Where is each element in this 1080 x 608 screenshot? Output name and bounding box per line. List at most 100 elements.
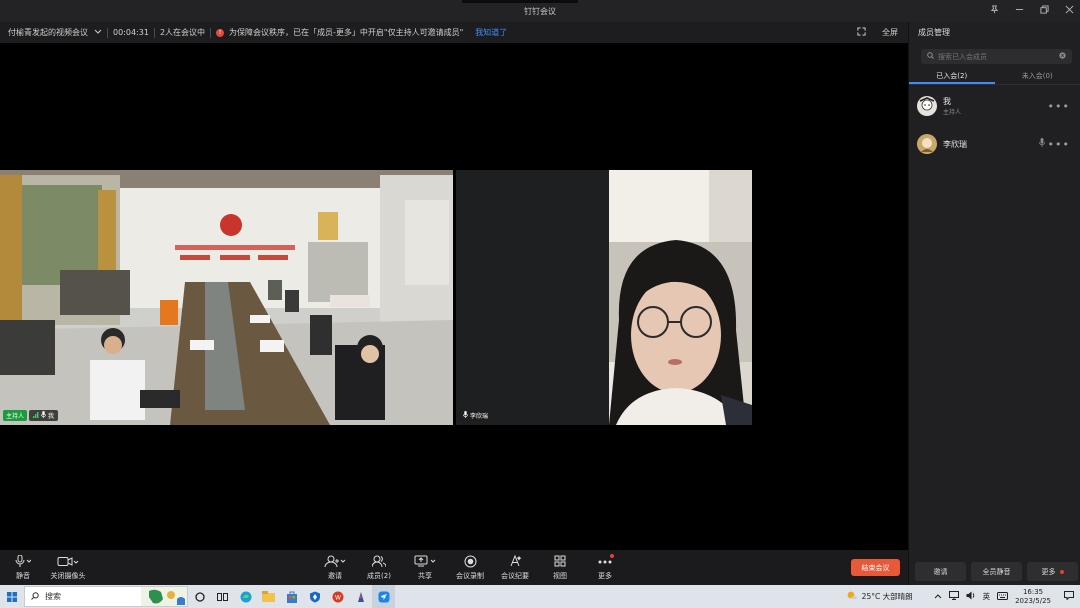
- windows-start-icon[interactable]: [0, 585, 24, 608]
- more-label: 更多: [1041, 567, 1056, 576]
- minutes-button[interactable]: 会议纪要: [490, 554, 540, 581]
- members-label: 成员(2): [367, 572, 391, 580]
- mute-button[interactable]: 静音: [0, 554, 48, 581]
- divider: [210, 27, 212, 38]
- host-badge: 主持人: [3, 410, 28, 421]
- restore-icon[interactable]: [1040, 5, 1049, 17]
- wps-app-icon[interactable]: W: [326, 585, 349, 608]
- more-toolbar-button[interactable]: 更多: [580, 554, 630, 581]
- file-explorer-icon[interactable]: [257, 585, 280, 608]
- keyboard-icon[interactable]: [997, 591, 1009, 602]
- input-method-indicator[interactable]: 英: [983, 591, 991, 602]
- camera-label: 关闭摄像头: [50, 572, 86, 580]
- close-icon[interactable]: [1065, 5, 1074, 17]
- record-button[interactable]: 会议录制: [445, 554, 495, 581]
- ai-minutes-icon: [509, 554, 522, 569]
- window-title: 钉钉会议: [524, 6, 556, 16]
- search-icon: [31, 591, 39, 602]
- view-button[interactable]: 视图: [535, 554, 585, 581]
- avatar: [917, 96, 937, 116]
- tab-joined[interactable]: 已入会(2): [909, 68, 995, 84]
- more-button[interactable]: 更多: [1027, 562, 1078, 581]
- taskbar-search-placeholder: 搜索: [45, 592, 61, 601]
- divider: [107, 27, 108, 38]
- conference-room-video: [0, 170, 453, 425]
- minimize-icon[interactable]: [1015, 5, 1024, 17]
- notification-dot: [610, 554, 614, 558]
- video-tile-host[interactable]: 主持人 我: [0, 170, 453, 425]
- member-actions: 邀请 全员静音 更多: [915, 562, 1078, 581]
- notice-text: 为保障会议秩序，已在「成员-更多」中开启"仅主持人可邀请成员": [229, 28, 464, 37]
- security-app-icon[interactable]: [303, 585, 326, 608]
- microphone-icon[interactable]: [1039, 138, 1045, 150]
- more-icon: [598, 558, 612, 566]
- mute-label: 静音: [16, 572, 30, 580]
- view-label: 视图: [553, 572, 567, 580]
- invite-label: 邀请: [328, 572, 342, 580]
- share-button[interactable]: 共享: [400, 554, 450, 581]
- add-user-icon: [324, 555, 346, 569]
- network-icon[interactable]: [948, 591, 959, 602]
- video-tile-participant[interactable]: 李欣瑞: [456, 170, 752, 425]
- host-tile-label: 主持人 我: [3, 410, 59, 421]
- more-options-icon[interactable]: •••: [1048, 138, 1070, 151]
- notification-center-icon[interactable]: [1064, 591, 1074, 602]
- participant-name: 李欣瑞: [470, 413, 489, 420]
- meeting-name[interactable]: 付榆青发起的视频会议: [8, 27, 88, 38]
- search-icon: [927, 51, 934, 62]
- more-label: 更多: [598, 572, 612, 580]
- weather-text[interactable]: 25°C 大部晴朗: [862, 591, 913, 602]
- fullscreen-label: 全屏: [882, 28, 898, 37]
- taskbar-search[interactable]: 搜索: [24, 586, 188, 607]
- cortana-icon[interactable]: [188, 585, 211, 608]
- tab-not-joined[interactable]: 未入会(0): [995, 68, 1080, 84]
- member-panel-title: 成员管理: [918, 28, 950, 37]
- chevron-down-icon[interactable]: [94, 28, 102, 37]
- invite-toolbar-button[interactable]: 邀请: [310, 554, 360, 581]
- security-notice: ! 为保障会议秩序，已在「成员-更多」中开启"仅主持人可邀请成员": [216, 27, 463, 38]
- os-taskbar: 搜索 W 25°C 大部晴朗 英 16:35 2023/5/25: [0, 585, 1080, 608]
- fullscreen-button[interactable]: 全屏: [857, 27, 898, 38]
- member-row[interactable]: 我 主持人 •••: [909, 87, 1080, 125]
- end-meeting-button[interactable]: 结束会议: [851, 559, 900, 576]
- member-search[interactable]: [921, 49, 1072, 64]
- member-name: 李欣瑞: [943, 139, 967, 149]
- mute-all-button[interactable]: 全员静音: [971, 562, 1022, 581]
- member-search-input[interactable]: [938, 52, 1048, 61]
- microphone-icon: [41, 411, 46, 420]
- members-button[interactable]: 成员(2): [354, 554, 404, 581]
- fullscreen-icon: [857, 27, 866, 38]
- chevron-up-icon[interactable]: [934, 592, 942, 601]
- task-view-icon[interactable]: [211, 585, 234, 608]
- dismiss-notice-link[interactable]: 我知道了: [475, 27, 507, 38]
- members-icon: [371, 555, 387, 569]
- camera-button[interactable]: 关闭摄像头: [43, 554, 93, 581]
- pin-icon[interactable]: [990, 5, 999, 17]
- member-row[interactable]: 李欣瑞 •••: [909, 125, 1080, 163]
- invite-button[interactable]: 邀请: [915, 562, 966, 581]
- participant-video: [456, 170, 752, 425]
- store-icon[interactable]: [280, 585, 303, 608]
- participant-name-chip: 李欣瑞: [459, 410, 493, 421]
- pinned-app-icon[interactable]: [349, 585, 372, 608]
- more-options-icon[interactable]: •••: [1048, 100, 1070, 113]
- microphone-icon: [15, 554, 32, 569]
- camera-icon: [57, 556, 79, 569]
- video-stage: 主持人 我 李欣瑞: [0, 43, 908, 550]
- dingtalk-app-icon[interactable]: [372, 585, 395, 608]
- search-highlight-icon: [141, 587, 187, 606]
- system-tray: 25°C 大部晴朗 英 16:35 2023/5/25: [846, 585, 1080, 608]
- volume-icon[interactable]: [966, 591, 976, 602]
- clear-icon[interactable]: [1059, 51, 1066, 62]
- clock-date: 2023/5/25: [1015, 596, 1051, 605]
- grid-view-icon: [554, 555, 566, 569]
- svg-text:W: W: [335, 594, 341, 601]
- divider: [153, 27, 155, 38]
- meeting-toolbar: 静音 关闭摄像头 邀请 成员(2) 共享 会议录制 会议纪要 视图 更多 结束会…: [0, 550, 908, 585]
- weather-icon[interactable]: [846, 590, 858, 603]
- screen-share-icon: [414, 555, 436, 569]
- member-tabs: 已入会(2) 未入会(0): [909, 68, 1080, 85]
- edge-browser-icon[interactable]: [234, 585, 257, 608]
- title-bar: 钉钉会议: [0, 0, 1080, 22]
- system-clock[interactable]: 16:35 2023/5/25: [1015, 588, 1051, 606]
